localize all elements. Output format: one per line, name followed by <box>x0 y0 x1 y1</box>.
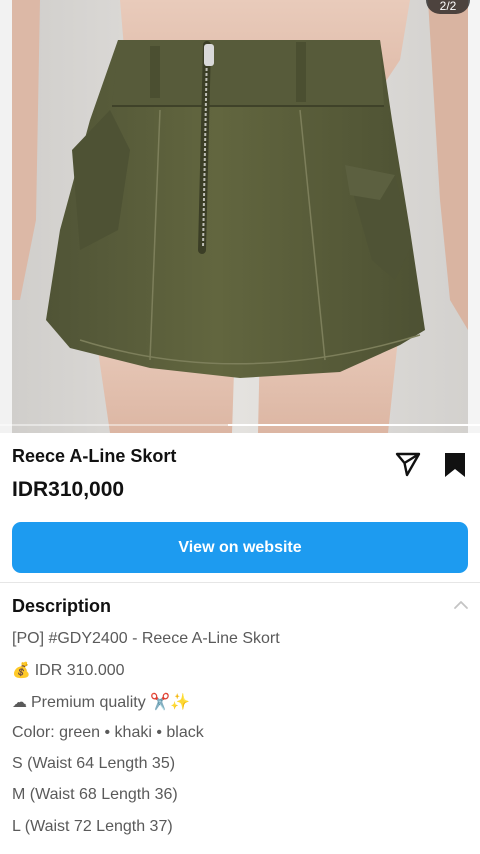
description-line: Color: green • khaki • black <box>12 723 204 741</box>
gallery-progress <box>0 424 480 426</box>
product-title: Reece A-Line Skort <box>12 446 177 466</box>
description-line: M (Waist 68 Length 36) <box>12 786 178 804</box>
money-bag-emoji: 💰 <box>12 661 31 680</box>
description-line: L (Waist 72 Length 37) <box>12 817 173 835</box>
description-line: ☁ Premium quality ✂️✨ <box>12 692 190 711</box>
product-price: IDR310,000 <box>12 478 125 501</box>
description-line: [PO] #GDY2400 - Reece A-Line Skort <box>12 630 280 647</box>
description-line: 💰 IDR 310.000 <box>12 661 125 680</box>
cloud-emoji: ☁ <box>12 692 27 711</box>
product-image[interactable]: 2/2 <box>0 0 480 433</box>
view-on-website-button[interactable]: View on website <box>12 522 468 573</box>
divider <box>0 582 480 583</box>
collapse-description-button[interactable] <box>452 598 470 612</box>
gallery-progress-fill <box>228 424 480 426</box>
description-heading: Description <box>12 596 112 616</box>
chevron-up-icon <box>454 601 468 609</box>
description-line: S (Waist 64 Length 35) <box>12 755 176 773</box>
share-button[interactable] <box>394 450 422 478</box>
skirt-photo <box>0 0 480 433</box>
description-text: [PO] #GDY2400 - Reece A-Line Skort 💰 IDR … <box>12 629 280 848</box>
bookmark-icon <box>445 453 465 477</box>
paper-plane-icon <box>395 452 421 477</box>
bookmark-button[interactable] <box>442 451 468 479</box>
